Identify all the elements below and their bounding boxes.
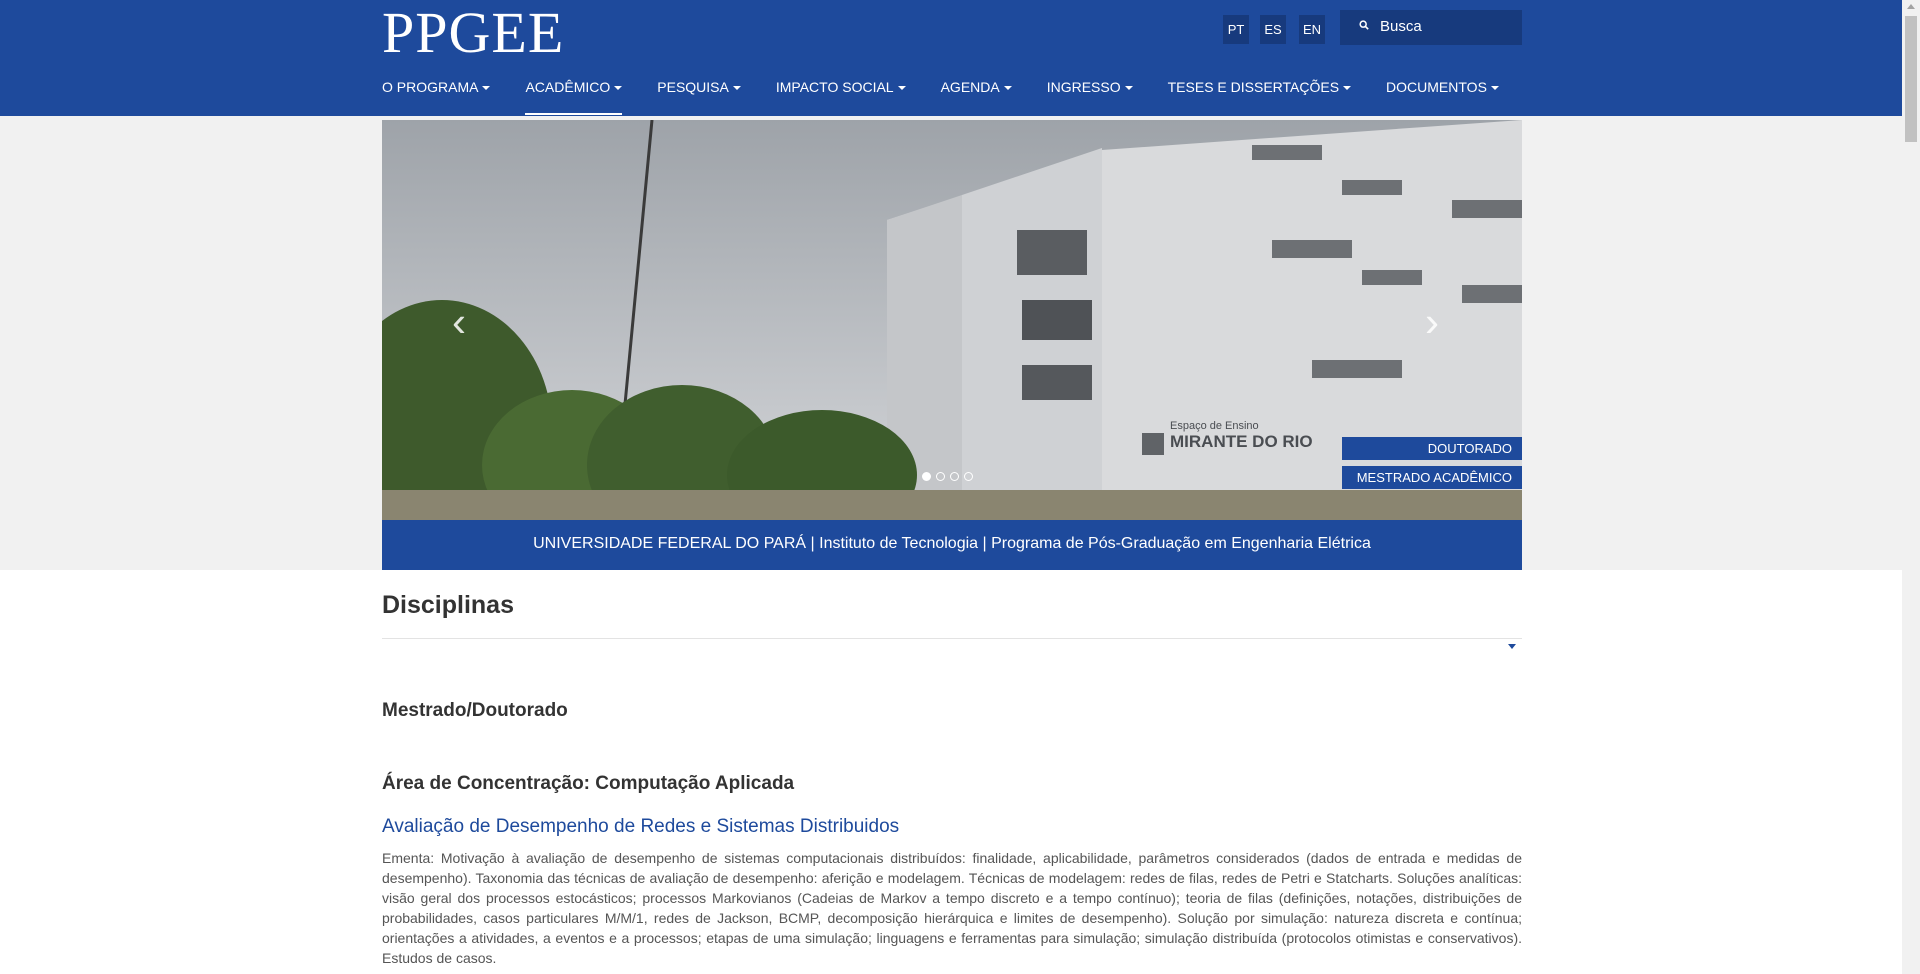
caret-down-icon [614,86,623,91]
carousel-dot[interactable] [964,472,973,481]
nav-label: O PROGRAMA [382,79,479,95]
main-content: Disciplinas Mestrado/Doutorado Área de C… [382,584,1522,966]
caret-down-icon [897,86,906,91]
caret-down-icon [1003,86,1012,91]
nav-ingresso[interactable]: INGRESSO [1047,79,1133,115]
building-sign-line2: MIRANTE DO RIO [1170,432,1313,451]
hero-carousel[interactable]: Espaço de Ensino MIRANTE DO RIO ‹ › DOUT… [382,120,1522,520]
site-header: PPGEE PT ES EN Busca O PROGRAMA ACADÊMIC… [0,0,1902,116]
lang-en-button[interactable]: EN [1299,15,1325,44]
nav-label: TESES E DISSERTAÇÕES [1167,79,1340,95]
caret-down-icon[interactable] [1508,644,1516,649]
nav-label: IMPACTO SOCIAL [775,79,894,95]
building-sign-line1: Espaço de Ensino [1170,420,1259,432]
nav-documentos[interactable]: DOCUMENTOS [1386,79,1499,115]
doutorado-button[interactable]: DOUTORADO [1342,437,1522,460]
mestrado-academico-button[interactable]: MESTRADO ACADÊMICO [1342,466,1522,489]
nav-label: ACADÊMICO [525,79,611,95]
caret-down-icon [732,86,741,91]
section-heading-level: Mestrado/Doutorado [382,700,568,721]
building-photo: Espaço de Ensino MIRANTE DO RIO [382,120,1522,520]
page-title: Disciplinas [382,591,514,619]
nav-label: DOCUMENTOS [1386,79,1487,95]
site-logo[interactable]: PPGEE [382,2,564,64]
hero-caption: UNIVERSIDADE FEDERAL DO PARÁ | Instituto… [382,520,1522,570]
nav-label: INGRESSO [1046,79,1121,95]
caret-down-icon [1490,86,1499,91]
lang-pt-button[interactable]: PT [1223,15,1249,44]
section-heading-area: Área de Concentração: Computação Aplicad… [382,773,795,794]
course-title-link[interactable]: Avaliação de Desempenho de Redes e Siste… [382,816,899,838]
search-placeholder: Busca [1380,18,1422,35]
chevron-right-icon[interactable]: › [1425,298,1439,346]
divider [382,638,1522,639]
carousel-indicators [922,472,978,481]
main-nav: O PROGRAMA ACADÊMICO PESQUISA IMPACTO SO… [382,79,1534,115]
caret-down-icon [1343,86,1352,91]
nav-o-programa[interactable]: O PROGRAMA [382,79,491,115]
nav-academico[interactable]: ACADÊMICO [525,79,623,115]
nav-impacto-social[interactable]: IMPACTO SOCIAL [776,79,906,115]
nav-label: PESQUISA [657,79,729,95]
course-description: Ementa: Motivação à avaliação de desempe… [382,850,1522,966]
scroll-up-icon[interactable] [1907,4,1915,9]
nav-teses-dissertacoes[interactable]: TESES E DISSERTAÇÕES [1167,79,1352,115]
scrollbar-thumb[interactable] [1905,16,1917,142]
nav-agenda[interactable]: AGENDA [941,79,1012,115]
carousel-dot[interactable] [950,472,959,481]
nav-label: AGENDA [940,79,1000,95]
caret-down-icon [482,86,491,91]
page-scrollbar[interactable] [1902,0,1920,974]
carousel-dot[interactable] [936,472,945,481]
search-input[interactable]: Busca [1340,10,1522,45]
caret-down-icon [1124,86,1133,91]
chevron-left-icon[interactable]: ‹ [452,298,466,346]
search-icon [1359,20,1369,30]
nav-pesquisa[interactable]: PESQUISA [657,79,741,115]
carousel-dot[interactable] [922,472,931,481]
lang-es-button[interactable]: ES [1260,15,1286,44]
